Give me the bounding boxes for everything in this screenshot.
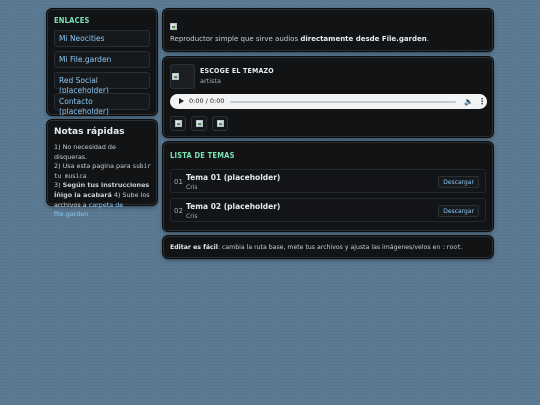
track-artist: Cris [186,184,198,191]
footer-panel: Editar es fácil: cambia la ruta base, me… [163,236,493,258]
header-text: Reproductor simple que sirve audios [170,35,301,43]
link-contacto[interactable]: Contacto (placeholder) [54,93,150,116]
footer-body: : cambia la ruta base, mete tus archivos… [217,244,443,251]
header-bold: directamente desde File.garden [300,35,427,43]
control-icon-3 [217,120,224,127]
control-button-2[interactable] [191,116,207,131]
footer-end: . [460,244,463,251]
notes-body: 1) No necesidad de disqueras. 2) Usa est… [54,143,151,220]
download-button[interactable]: Descargar [438,205,479,217]
links-panel: ENLACES Mi Neocities Mi File.garden Red … [47,9,157,116]
track-artist: Cris [186,213,198,220]
control-icon-1 [175,120,182,127]
footer-text: Editar es fácil: cambia la ruta base, me… [170,244,463,251]
footer-bold: Editar es fácil [170,244,218,251]
control-icon-2 [196,120,203,127]
volume-icon[interactable]: 🔈 [464,97,473,106]
footer-code: :root [442,244,461,251]
header-suffix: . [426,35,429,43]
notes-title: Notas rápidas [54,127,125,137]
track-number: 01 [174,178,183,186]
seek-bar[interactable] [230,101,456,103]
player-artist: artista [200,77,221,85]
track-row[interactable]: 01 Tema 01 (placeholder) Cris Descargar [170,169,486,193]
track-title[interactable]: Tema 02 (placeholder) [186,202,280,211]
track-title[interactable]: Tema 01 (placeholder) [186,173,280,182]
play-icon[interactable] [179,98,184,104]
notes-panel: Notas rápidas 1) No necesidad de disquer… [47,120,157,218]
control-button-3[interactable] [212,116,228,131]
audio-player[interactable]: 0:00 / 0:00 🔈 ⋮ [170,94,487,109]
link-filegarden[interactable]: Mi File.garden [54,51,150,68]
more-options-icon[interactable]: ⋮ [478,97,486,106]
player-title: ESCOGE EL TEMAZO [200,67,274,75]
cover-image [172,73,179,80]
download-button[interactable]: Descargar [438,176,479,188]
track-number: 02 [174,207,183,215]
links-title: ENLACES [54,16,90,25]
link-neocities[interactable]: Mi Neocities [54,30,150,47]
note-line-3-num: 3) [54,181,63,190]
header-image [170,23,177,30]
header-panel: Reproductor simple que sirve audios dire… [163,9,493,51]
track-row[interactable]: 02 Tema 02 (placeholder) Cris Descargar [170,198,486,222]
header-description: Reproductor simple que sirve audios dire… [170,35,429,43]
note-line-1: 1) No necesidad de disqueras. [54,143,116,161]
player-panel: ESCOGE EL TEMAZO artista 0:00 / 0:00 🔈 ⋮ [163,57,493,137]
cover-art [170,64,195,89]
note-line-3: 3) Según tus instrucciones Íñigo la acab… [54,181,151,219]
note-line-2-text: 2) Usa esta pagina para [54,162,133,171]
tracklist-title: LISTA DE TEMAS [170,151,235,160]
time-display: 0:00 / 0:00 [189,97,225,105]
control-button-1[interactable] [170,116,186,131]
link-red-social[interactable]: Red Social (placeholder) [54,72,150,95]
note-line-2: 2) Usa esta pagina para subir tu musica [54,162,151,181]
tracklist-panel: LISTA DE TEMAS 01 Tema 01 (placeholder) … [163,142,493,231]
